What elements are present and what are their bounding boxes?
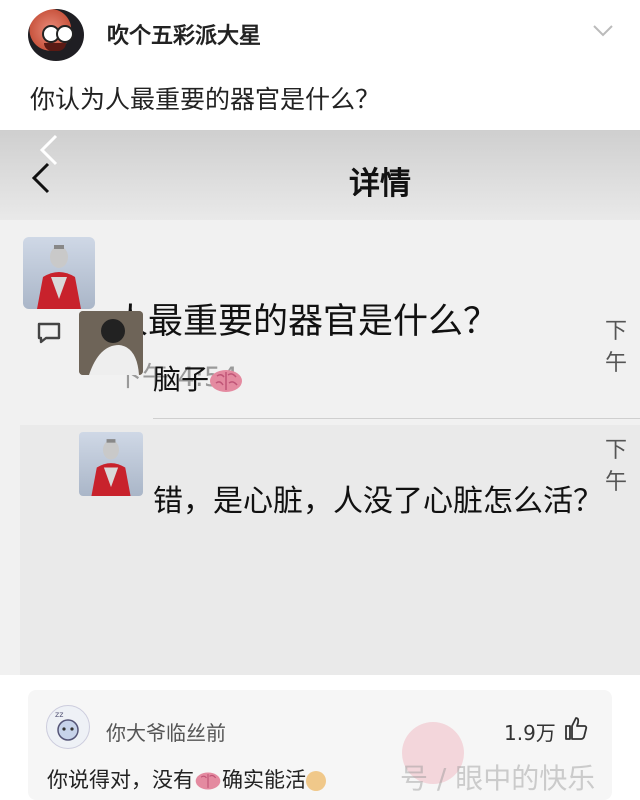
like-count: 1.9万 — [504, 721, 556, 745]
avatar-mouth — [44, 43, 66, 51]
photo-avatar-icon — [79, 311, 143, 375]
comment-bubble-icon — [37, 322, 61, 344]
detail-title: 详情 — [349, 166, 411, 202]
chevron-down-icon[interactable] — [592, 24, 614, 38]
brain-icon — [210, 370, 243, 392]
commenter-avatar[interactable]: zz — [46, 705, 90, 749]
reply-text: 脑子 — [153, 358, 243, 398]
post-title: 你认为人最重要的器官是什么？ — [30, 85, 381, 114]
laughing-emoji-icon — [306, 771, 326, 791]
cartoon-avatar-icon: zz — [55, 710, 79, 741]
asker-avatar — [23, 237, 95, 309]
author-avatar[interactable] — [28, 9, 84, 61]
embedded-chat-screenshot: 详情 人最重要的器官是什么？ 下午 4:54 — [0, 130, 640, 675]
reply-timestamp: 下午 — [605, 319, 628, 376]
reply-text-content: 脑子 — [153, 363, 210, 396]
comment-text: 你说得对，没有 确实能活 — [47, 764, 326, 794]
question-text: 人最重要的器官是什么？ — [113, 302, 499, 342]
post-author-name[interactable]: 吹个五彩派大星 — [107, 18, 261, 50]
brain-icon — [195, 772, 221, 790]
commenter-name[interactable]: 你大爷临丝前 — [106, 717, 226, 746]
reply-text: 错，是心脏，人没了心脏怎么活？ — [153, 484, 603, 519]
thumbs-up-icon[interactable] — [563, 715, 589, 741]
svg-text:zz: zz — [55, 710, 63, 719]
comment-text-head: 你说得对，没有 — [47, 768, 194, 792]
reply-timestamp: 下午 — [605, 438, 628, 495]
hero-figure-icon — [91, 439, 131, 496]
avatar-eye — [56, 25, 74, 43]
replier-avatar — [79, 311, 143, 375]
comment-text-tail: 确实能活 — [222, 768, 306, 792]
hero-figure-icon — [37, 245, 81, 309]
watermark-text: 号 / 眼中的快乐 — [400, 762, 596, 795]
reply-divider — [153, 418, 640, 419]
asker-avatar — [79, 432, 143, 496]
